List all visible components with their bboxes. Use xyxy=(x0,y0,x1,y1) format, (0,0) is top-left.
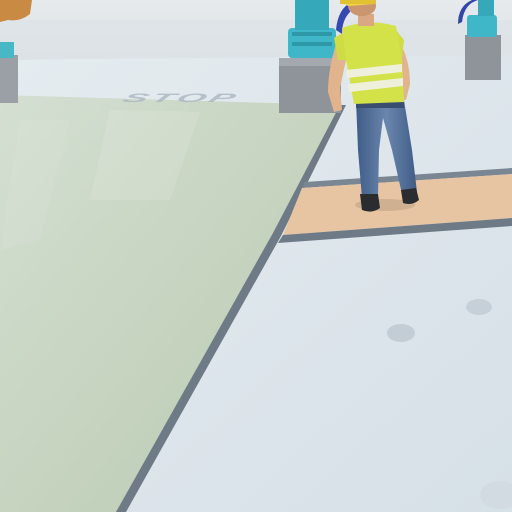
floor-hole xyxy=(466,299,492,315)
helmet-brim xyxy=(340,0,376,4)
machine-ridge xyxy=(292,32,332,36)
factory-scene: STOP xyxy=(0,0,512,512)
left-pillar-top xyxy=(0,42,14,58)
right-machine-arm xyxy=(478,0,494,16)
machine-ridge-2 xyxy=(292,42,332,46)
floor-hole xyxy=(387,324,415,342)
worker-shoe-left xyxy=(360,194,380,212)
worker-shoe-right xyxy=(401,188,419,204)
right-machine-body xyxy=(467,15,497,37)
stop-floor-marking: STOP xyxy=(119,91,243,105)
scene-canvas: STOP xyxy=(0,0,512,512)
left-pillar xyxy=(0,55,18,103)
machine-arm xyxy=(295,0,329,30)
far-wall-band xyxy=(0,20,512,60)
right-machine-base xyxy=(465,35,501,80)
stop-text: STOP xyxy=(119,91,243,105)
